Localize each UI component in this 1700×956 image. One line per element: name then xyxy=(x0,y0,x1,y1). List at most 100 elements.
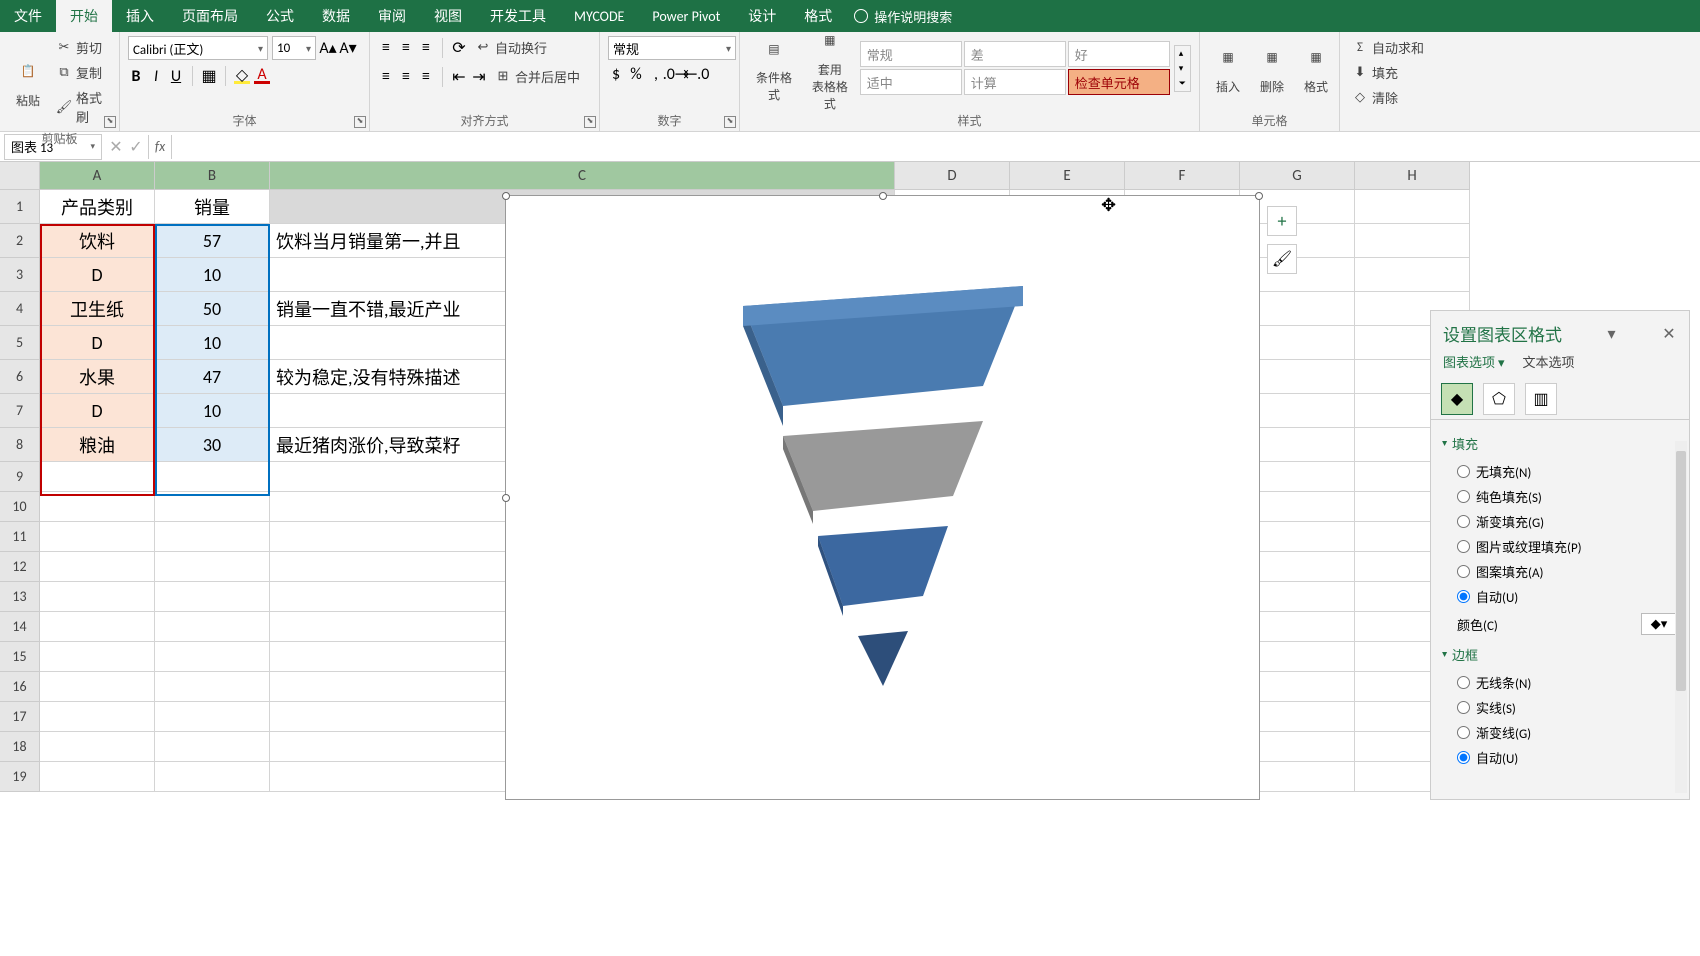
enter-formula-icon[interactable]: ✓ xyxy=(126,137,146,157)
border-auto-radio[interactable]: 自动(U) xyxy=(1443,745,1677,770)
pane-dropdown-icon[interactable]: ▾ xyxy=(1604,324,1620,344)
orientation-icon[interactable]: ⟳ xyxy=(451,40,467,56)
align-right-icon[interactable]: ≡ xyxy=(418,69,434,85)
pane-tab-text-options[interactable]: 文本选项 xyxy=(1522,352,1574,371)
cut-button[interactable]: ✂剪切 xyxy=(52,36,111,59)
increase-decimal-icon[interactable]: .0→ xyxy=(668,66,684,82)
row-header[interactable]: 10 xyxy=(0,492,40,522)
cell[interactable] xyxy=(155,462,270,492)
tab-view[interactable]: 视图 xyxy=(420,0,476,32)
row-header[interactable]: 13 xyxy=(0,582,40,612)
chart-object[interactable]: ✥ + 🖌 xyxy=(505,195,1260,800)
cell[interactable] xyxy=(40,552,155,582)
resize-handle[interactable] xyxy=(1255,192,1263,200)
font-color-button[interactable]: A xyxy=(254,68,270,84)
resize-handle[interactable] xyxy=(502,192,510,200)
wrap-text-button[interactable]: ↩自动换行 xyxy=(471,36,551,59)
currency-icon[interactable]: $ xyxy=(608,66,624,82)
pane-scrollbar[interactable] xyxy=(1675,441,1687,793)
fx-button[interactable]: fx xyxy=(148,135,172,159)
fill-solid-radio[interactable]: 纯色填充(S) xyxy=(1443,484,1677,509)
fill-picture-radio[interactable]: 图片或纹理填充(P) xyxy=(1443,534,1677,559)
cell[interactable] xyxy=(155,492,270,522)
row-header[interactable]: 12 xyxy=(0,552,40,582)
cell[interactable] xyxy=(40,492,155,522)
row-header[interactable]: 15 xyxy=(0,642,40,672)
autosum-button[interactable]: Σ自动求和 xyxy=(1348,36,1432,59)
cell[interactable] xyxy=(40,642,155,672)
row-header[interactable]: 17 xyxy=(0,702,40,732)
styles-up-icon[interactable]: ▴ xyxy=(1175,46,1190,61)
tab-file[interactable]: 文件 xyxy=(0,0,56,32)
alignment-launcher[interactable]: ⬊ xyxy=(584,116,596,128)
tell-me-search[interactable]: 操作说明搜索 xyxy=(854,7,952,26)
cell[interactable] xyxy=(1355,190,1470,224)
section-border-title[interactable]: 边框 xyxy=(1443,645,1677,664)
italic-button[interactable]: I xyxy=(148,68,164,84)
align-center-icon[interactable]: ≡ xyxy=(398,69,414,85)
col-header-c[interactable]: C xyxy=(270,162,895,190)
pane-tab-chart-options[interactable]: 图表选项 ▾ xyxy=(1443,352,1504,371)
cell[interactable]: D xyxy=(40,326,155,360)
row-header[interactable]: 7 xyxy=(0,394,40,428)
row-header[interactable]: 16 xyxy=(0,672,40,702)
cell[interactable] xyxy=(40,582,155,612)
style-bad[interactable]: 差 xyxy=(964,41,1066,67)
row-header[interactable]: 3 xyxy=(0,258,40,292)
cell[interactable] xyxy=(155,612,270,642)
row-header[interactable]: 19 xyxy=(0,762,40,792)
fill-pattern-radio[interactable]: 图案填充(A) xyxy=(1443,559,1677,584)
row-header[interactable]: 18 xyxy=(0,732,40,762)
col-header-e[interactable]: E xyxy=(1010,162,1125,190)
border-none-radio[interactable]: 无线条(N) xyxy=(1443,670,1677,695)
cell[interactable] xyxy=(155,552,270,582)
table-format-button[interactable]: ▦套用 表格格式 xyxy=(804,23,856,114)
cell[interactable]: 卫生纸 xyxy=(40,292,155,326)
number-format-combo[interactable]: 常规▾ xyxy=(608,36,736,60)
styles-down-icon[interactable]: ▾ xyxy=(1175,61,1190,76)
row-header[interactable]: 5 xyxy=(0,326,40,360)
fill-none-radio[interactable]: 无填充(N) xyxy=(1443,459,1677,484)
fill-auto-radio[interactable]: 自动(U) xyxy=(1443,584,1677,609)
align-bottom-icon[interactable]: ≡ xyxy=(418,40,434,56)
col-header-f[interactable]: F xyxy=(1125,162,1240,190)
cell[interactable] xyxy=(155,672,270,702)
align-left-icon[interactable]: ≡ xyxy=(378,69,394,85)
format-cells-button[interactable]: ▦格式 xyxy=(1296,40,1336,97)
cell[interactable]: D xyxy=(40,258,155,292)
copy-button[interactable]: ⧉复制 xyxy=(52,61,111,84)
chart-styles-button[interactable]: 🖌 xyxy=(1267,244,1297,274)
color-picker-button[interactable]: ◆▾ xyxy=(1641,613,1677,635)
tab-page-layout[interactable]: 页面布局 xyxy=(168,0,252,32)
decrease-font-icon[interactable]: A▾ xyxy=(340,40,356,56)
format-painter-button[interactable]: 🖌格式刷 xyxy=(52,86,111,128)
border-solid-radio[interactable]: 实线(S) xyxy=(1443,695,1677,720)
cell[interactable]: 10 xyxy=(155,326,270,360)
percent-icon[interactable]: % xyxy=(628,66,644,82)
cell[interactable] xyxy=(155,732,270,762)
tab-insert[interactable]: 插入 xyxy=(112,0,168,32)
row-header[interactable]: 14 xyxy=(0,612,40,642)
align-top-icon[interactable]: ≡ xyxy=(378,40,394,56)
style-check[interactable]: 检查单元格 xyxy=(1068,69,1170,95)
cell[interactable]: 57 xyxy=(155,224,270,258)
section-fill-title[interactable]: 填充 xyxy=(1443,434,1677,453)
fill-line-tab-icon[interactable]: ◆ xyxy=(1441,383,1473,415)
cell[interactable] xyxy=(1355,224,1470,258)
col-header-h[interactable]: H xyxy=(1355,162,1470,190)
clear-button[interactable]: ◇清除 xyxy=(1348,86,1432,109)
fill-gradient-radio[interactable]: 渐变填充(G) xyxy=(1443,509,1677,534)
clipboard-launcher[interactable]: ⬊ xyxy=(104,116,116,128)
border-gradient-radio[interactable]: 渐变线(G) xyxy=(1443,720,1677,745)
font-name-combo[interactable]: Calibri (正文)▾ xyxy=(128,36,268,60)
cell[interactable]: 10 xyxy=(155,394,270,428)
number-launcher[interactable]: ⬊ xyxy=(724,116,736,128)
fill-button[interactable]: ⬇填充 xyxy=(1348,61,1432,84)
row-header[interactable]: 6 xyxy=(0,360,40,394)
tab-home[interactable]: 开始 xyxy=(56,0,112,32)
tab-developer[interactable]: 开发工具 xyxy=(476,0,560,32)
cell[interactable] xyxy=(40,462,155,492)
tab-formulas[interactable]: 公式 xyxy=(252,0,308,32)
row-header[interactable]: 2 xyxy=(0,224,40,258)
indent-decrease-icon[interactable]: ⇤ xyxy=(451,69,467,85)
